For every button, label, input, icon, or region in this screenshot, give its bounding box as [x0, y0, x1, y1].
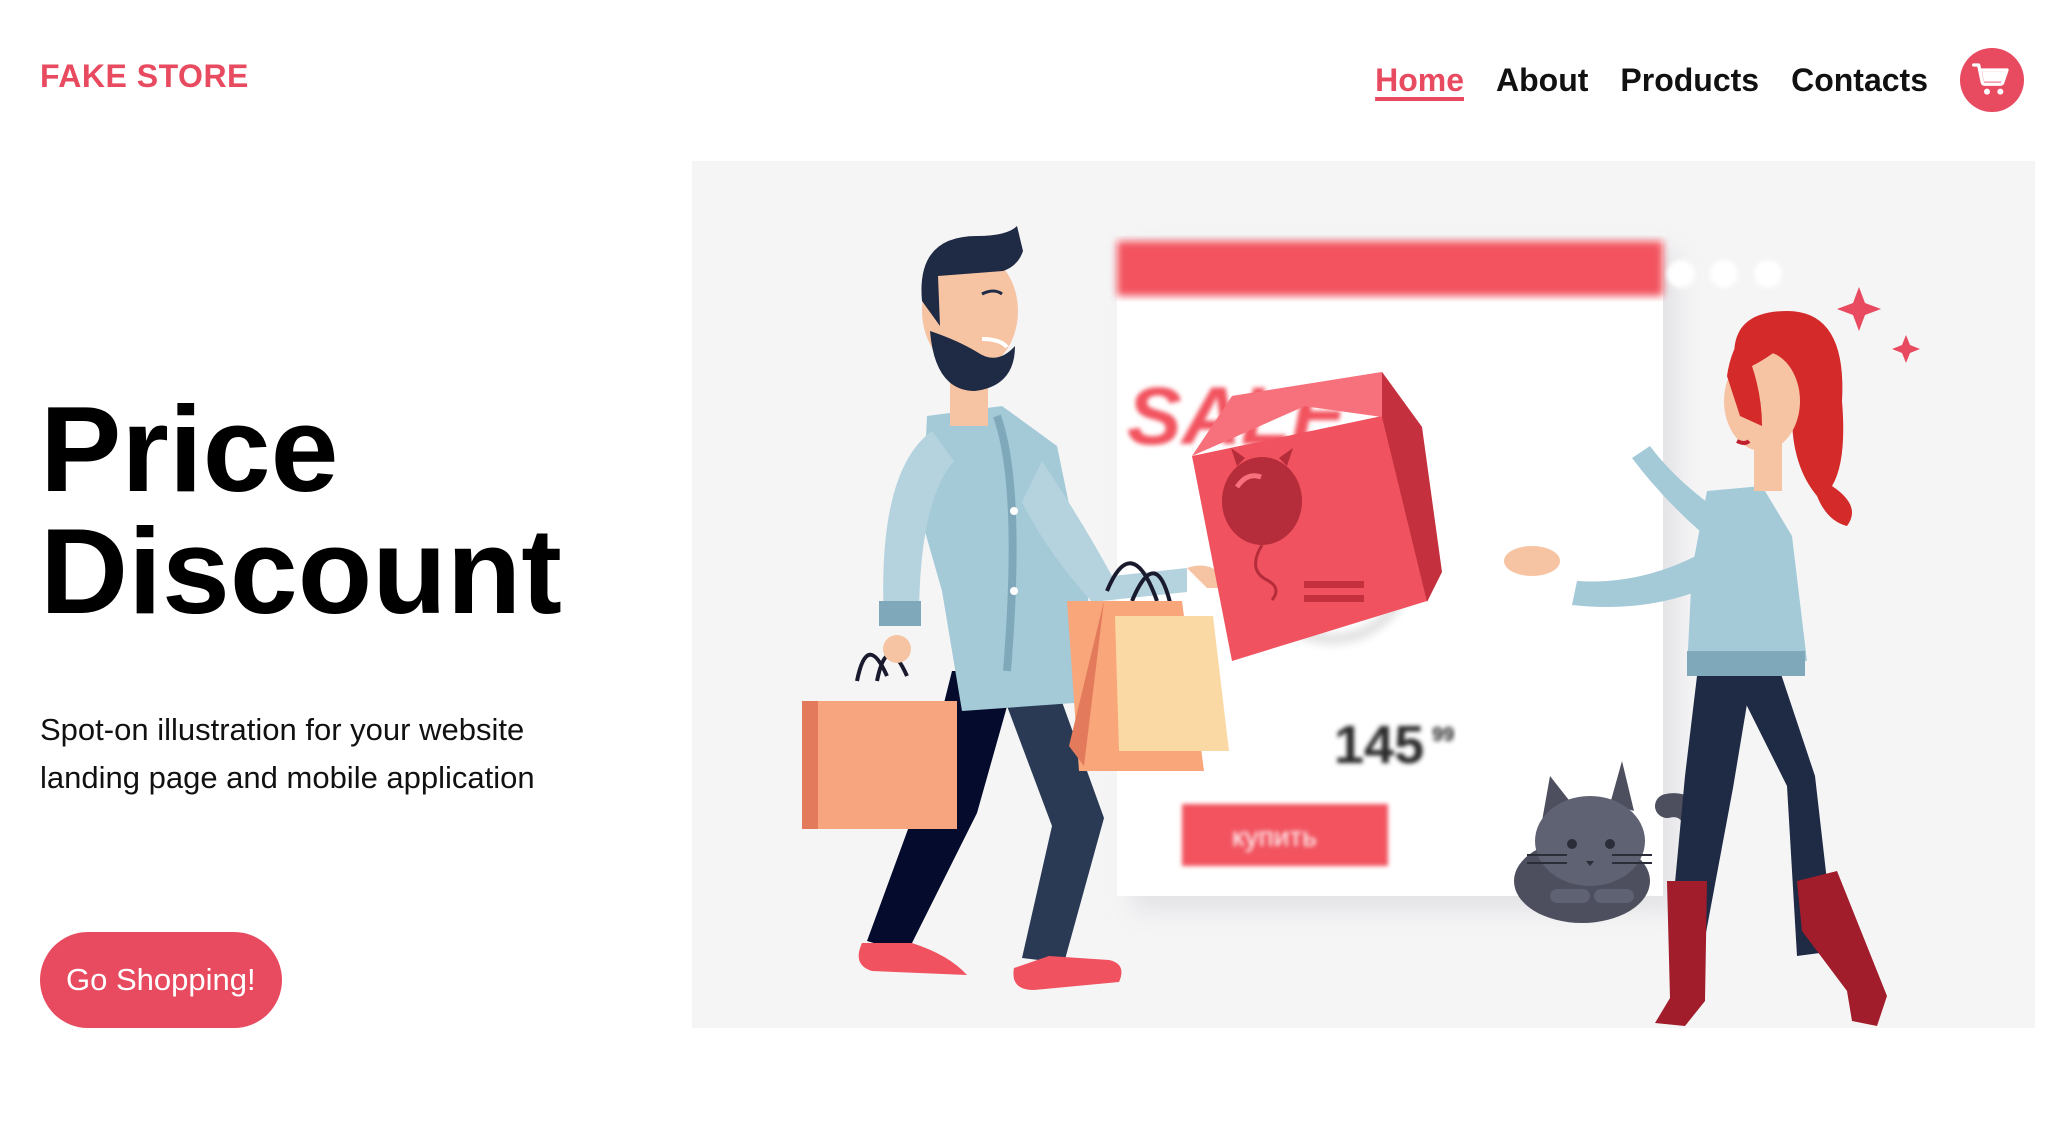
- brand-logo[interactable]: FAKE STORE: [40, 58, 249, 95]
- buy-button-graphic: купить: [1232, 821, 1317, 852]
- hero-title-line-2: Discount: [40, 503, 562, 639]
- main-nav: Home About Products Contacts: [1375, 48, 2024, 112]
- price-main: 145: [1334, 715, 1424, 775]
- site-header: FAKE STORE Home About Products Contacts: [0, 0, 2064, 160]
- price-cents: 99: [1432, 724, 1454, 746]
- hero-illustration: SALE % 145 99 купить: [692, 161, 2035, 1028]
- nav-item-contacts[interactable]: Contacts: [1791, 48, 1928, 112]
- landing-page: FAKE STORE Home About Products Contacts …: [0, 0, 2064, 1124]
- nav-item-products[interactable]: Products: [1620, 48, 1759, 112]
- sparkle-icon: [1892, 335, 1920, 363]
- go-shopping-button[interactable]: Go Shopping!: [40, 932, 282, 1028]
- shopping-cart-icon: [1972, 63, 2009, 95]
- hero-subtitle: Spot-on illustration for your website la…: [40, 712, 535, 795]
- nav-item-about[interactable]: About: [1496, 48, 1588, 112]
- hero-title: Price Discount: [40, 388, 562, 632]
- cart-button[interactable]: [1960, 48, 2024, 112]
- hero-title-line-1: Price: [40, 381, 339, 517]
- nav-item-home[interactable]: Home: [1375, 48, 1464, 112]
- sparkle-icon: [1837, 287, 1881, 331]
